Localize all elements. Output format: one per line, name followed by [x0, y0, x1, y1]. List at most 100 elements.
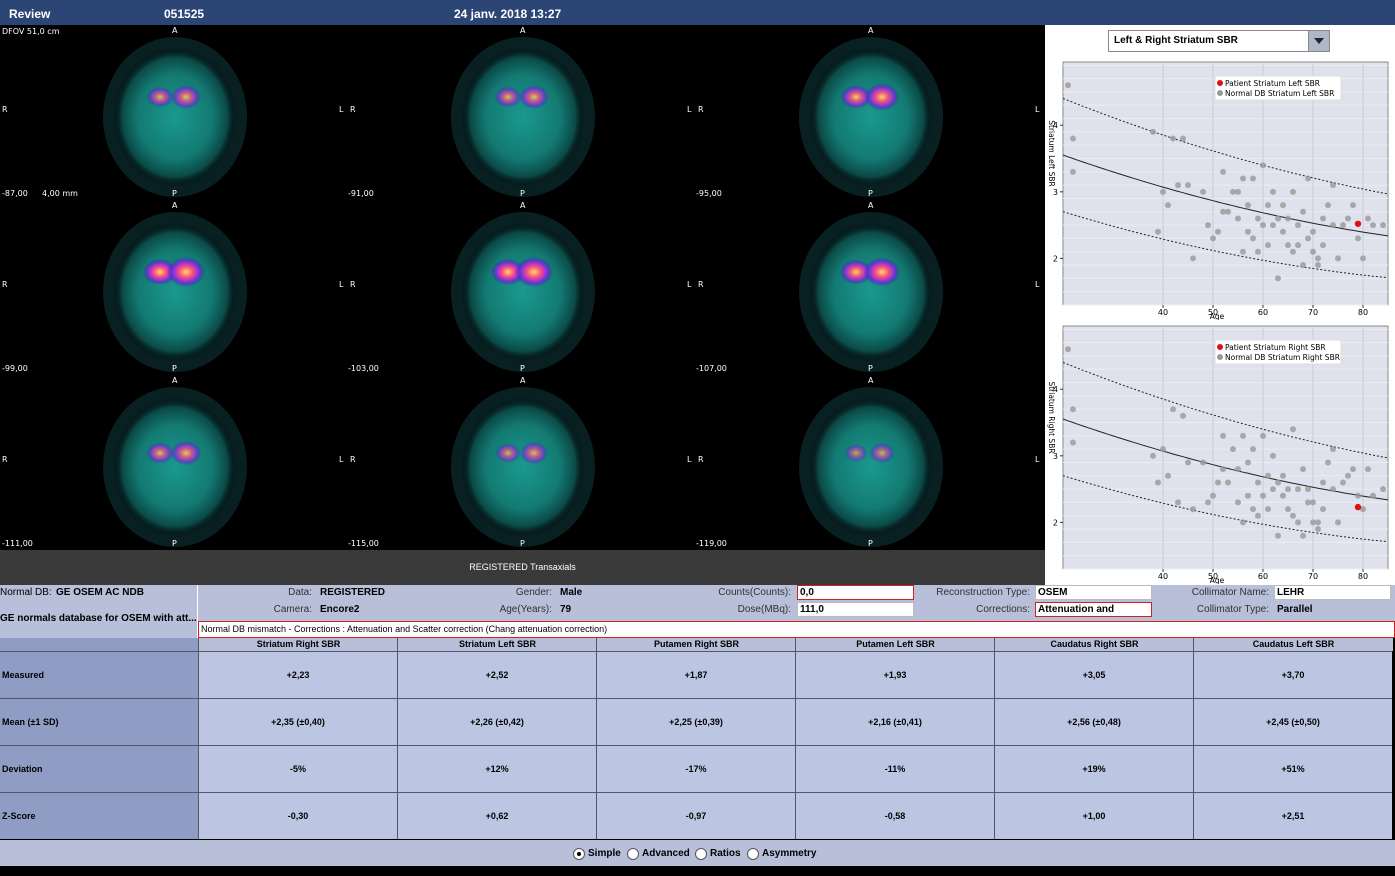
- normal-db-point: [1330, 182, 1336, 189]
- radio-label[interactable]: Ratios: [710, 848, 741, 859]
- normal-db-point: [1295, 222, 1301, 229]
- normal-db-point: [1165, 202, 1171, 209]
- orientation-anterior: A: [172, 26, 178, 35]
- table-cell: +2,16 (±0,41): [795, 698, 994, 745]
- normal-db-point: [1265, 506, 1271, 513]
- chart-selector-value: Left & Right Striatum SBR: [1114, 35, 1238, 46]
- normal-db-point: [1225, 479, 1231, 486]
- row-label: Measured: [0, 651, 198, 698]
- normal-db-point: [1345, 215, 1351, 222]
- patient-point: [1354, 503, 1362, 511]
- normal-db-description: GE normals database for OSEM with att...: [0, 613, 197, 624]
- dfov-label: DFOV 51,0 cm: [2, 27, 60, 36]
- normal-db-point: [1285, 242, 1291, 249]
- transaxial-slice[interactable]: A P R L -87,00 DFOV 51,0 cm 4,00 mm: [0, 25, 348, 200]
- y-tick-label: 2: [1053, 254, 1058, 263]
- normal-db-point: [1205, 499, 1211, 506]
- recon-type-field[interactable]: OSEM: [1035, 585, 1152, 600]
- orientation-anterior: A: [172, 376, 178, 385]
- normal-db-point: [1160, 446, 1166, 453]
- chart-selector-dropdown[interactable]: Left & Right Striatum SBR: [1108, 30, 1330, 52]
- transaxial-slice[interactable]: A P R L -111,00: [0, 375, 348, 550]
- brain-uptake: [809, 222, 933, 362]
- normal-db-point: [1325, 459, 1331, 466]
- corrections-field[interactable]: Attenuation and: [1035, 602, 1152, 617]
- transaxial-slice[interactable]: A P R L -99,00: [0, 200, 348, 375]
- transaxial-slice[interactable]: A P R L -119,00: [696, 375, 1044, 550]
- normal-db-point: [1065, 346, 1071, 353]
- striatum-left-sbr-chart: 40 50 60 70 80234Patient Striatum Left SBRNo…: [1047, 61, 1389, 320]
- normal-db-point: [1340, 479, 1346, 486]
- normal-db-point: [1290, 248, 1296, 255]
- normal-db-point: [1310, 228, 1316, 235]
- collimator-name-field[interactable]: LEHR: [1274, 585, 1391, 600]
- left-striatum-hotspot: [863, 257, 901, 287]
- orientation-left: L: [687, 280, 692, 289]
- radio-simple[interactable]: [573, 848, 585, 860]
- normal-db-info: Normal DB: GE OSEM AC NDB GE normals dat…: [0, 585, 198, 638]
- slice-position: -115,00: [348, 539, 379, 548]
- brain-uptake: [113, 47, 237, 187]
- slice-position: -91,00: [348, 189, 374, 198]
- orientation-right: R: [350, 455, 356, 464]
- normal-db-point: [1230, 446, 1236, 453]
- dose-field[interactable]: 111,0: [797, 602, 914, 617]
- transaxial-slice[interactable]: A P R L -115,00: [348, 375, 696, 550]
- brain-uptake: [461, 397, 585, 537]
- x-tick-label: 70: [1308, 572, 1318, 581]
- radio-asymmetry[interactable]: [747, 848, 759, 860]
- y-axis-label: Striatum Left SBR: [1047, 120, 1056, 186]
- normal-db-point: [1150, 452, 1156, 459]
- orientation-anterior: A: [868, 26, 874, 35]
- normal-db-point: [1250, 446, 1256, 453]
- normal-db-point: [1270, 452, 1276, 459]
- normal-db-point: [1300, 466, 1306, 473]
- radio-advanced[interactable]: [627, 848, 639, 860]
- normal-db-point: [1250, 175, 1256, 182]
- y-axis-label: Striatum Right SBR: [1047, 381, 1056, 453]
- age-label: Age(Years):: [499, 604, 552, 615]
- left-striatum-hotspot: [864, 83, 900, 111]
- normal-db-point: [1315, 262, 1321, 269]
- legend-patient-marker: [1217, 344, 1223, 350]
- legend-patient-label: Patient Striatum Right SBR: [1225, 343, 1326, 352]
- table-cell: +1,93: [795, 651, 994, 698]
- row-label: Z-Score: [0, 792, 198, 839]
- counts-field[interactable]: 0,0: [797, 585, 914, 600]
- transaxial-slice[interactable]: A P R L -103,00: [348, 200, 696, 375]
- title-bar: Review 051525 24 janv. 2018 13:27: [0, 0, 1395, 25]
- radio-label[interactable]: Asymmetry: [762, 848, 816, 859]
- table-cell: +2,25 (±0,39): [596, 698, 795, 745]
- normal-db-point: [1210, 235, 1216, 242]
- normal-db-point: [1215, 228, 1221, 235]
- normal-db-point: [1190, 506, 1196, 513]
- transaxial-slice[interactable]: A P R L -107,00: [696, 200, 1044, 375]
- legend-normal-marker: [1217, 354, 1223, 360]
- normal-db-point: [1225, 208, 1231, 215]
- normal-db-point: [1330, 446, 1336, 453]
- radio-label[interactable]: Simple: [588, 848, 621, 859]
- normal-db-point: [1180, 412, 1186, 419]
- table-cell: +2,45 (±0,50): [1193, 698, 1392, 745]
- normal-db-point: [1070, 135, 1076, 142]
- transaxial-slice[interactable]: A P R L -95,00: [696, 25, 1044, 200]
- transaxial-slice[interactable]: A P R L -91,00: [348, 25, 696, 200]
- x-tick-label: 40: [1158, 308, 1168, 317]
- orientation-anterior: A: [520, 201, 526, 210]
- normal-db-point: [1245, 202, 1251, 209]
- y-tick-label: 2: [1053, 518, 1058, 527]
- radio-ratios[interactable]: [695, 848, 707, 860]
- normal-db-point: [1220, 466, 1226, 473]
- normal-db-point: [1285, 215, 1291, 222]
- normal-db-point: [1340, 222, 1346, 229]
- normal-db-point: [1255, 248, 1261, 255]
- brain-uptake: [461, 47, 585, 187]
- right-striatum-hotspot: [146, 442, 174, 464]
- normal-db-point: [1240, 248, 1246, 255]
- left-striatum-hotspot: [519, 85, 549, 109]
- radio-label[interactable]: Advanced: [642, 848, 690, 859]
- normal-db-point: [1275, 532, 1281, 539]
- transaxial-image-grid[interactable]: A P R L -87,00 DFOV 51,0 cm 4,00 mm A P R L -91,00 A…: [0, 25, 1045, 550]
- chevron-down-icon[interactable]: [1308, 31, 1329, 51]
- collimator-type-value: Parallel: [1277, 604, 1313, 615]
